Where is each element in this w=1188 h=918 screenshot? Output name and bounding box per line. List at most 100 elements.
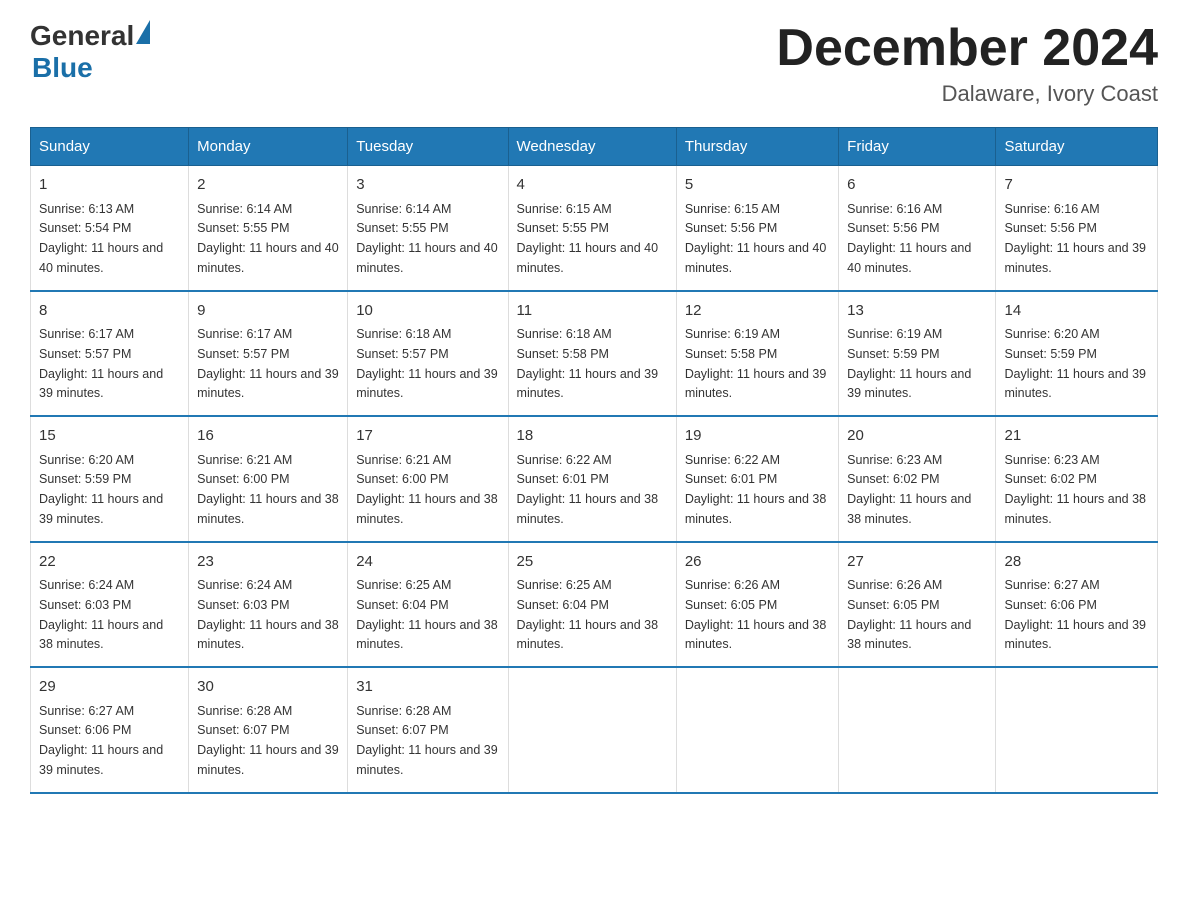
day-number: 27 bbox=[847, 551, 987, 574]
day-number: 29 bbox=[39, 676, 180, 699]
col-monday: Monday bbox=[189, 128, 348, 166]
table-row: 12 Sunrise: 6:19 AMSunset: 5:58 PMDaylig… bbox=[676, 291, 838, 417]
calendar-week-row: 1 Sunrise: 6:13 AMSunset: 5:54 PMDayligh… bbox=[31, 166, 1158, 291]
day-number: 31 bbox=[356, 676, 499, 699]
day-number: 10 bbox=[356, 300, 499, 323]
table-row: 11 Sunrise: 6:18 AMSunset: 5:58 PMDaylig… bbox=[508, 291, 676, 417]
col-saturday: Saturday bbox=[996, 128, 1158, 166]
day-number: 7 bbox=[1004, 174, 1149, 197]
day-number: 5 bbox=[685, 174, 830, 197]
table-row: 7 Sunrise: 6:16 AMSunset: 5:56 PMDayligh… bbox=[996, 166, 1158, 291]
day-number: 4 bbox=[517, 174, 668, 197]
day-number: 2 bbox=[197, 174, 339, 197]
day-info: Sunrise: 6:27 AMSunset: 6:06 PMDaylight:… bbox=[1004, 578, 1146, 651]
table-row: 30 Sunrise: 6:28 AMSunset: 6:07 PMDaylig… bbox=[189, 667, 348, 793]
day-info: Sunrise: 6:26 AMSunset: 6:05 PMDaylight:… bbox=[685, 578, 827, 651]
table-row: 8 Sunrise: 6:17 AMSunset: 5:57 PMDayligh… bbox=[31, 291, 189, 417]
day-number: 3 bbox=[356, 174, 499, 197]
day-number: 26 bbox=[685, 551, 830, 574]
day-info: Sunrise: 6:21 AMSunset: 6:00 PMDaylight:… bbox=[197, 453, 339, 526]
title-area: December 2024 Dalaware, Ivory Coast bbox=[776, 20, 1158, 107]
table-row: 21 Sunrise: 6:23 AMSunset: 6:02 PMDaylig… bbox=[996, 416, 1158, 542]
day-number: 24 bbox=[356, 551, 499, 574]
table-row: 14 Sunrise: 6:20 AMSunset: 5:59 PMDaylig… bbox=[996, 291, 1158, 417]
table-row: 22 Sunrise: 6:24 AMSunset: 6:03 PMDaylig… bbox=[31, 542, 189, 668]
day-info: Sunrise: 6:16 AMSunset: 5:56 PMDaylight:… bbox=[847, 202, 971, 275]
table-row: 9 Sunrise: 6:17 AMSunset: 5:57 PMDayligh… bbox=[189, 291, 348, 417]
calendar-header-row: Sunday Monday Tuesday Wednesday Thursday… bbox=[31, 128, 1158, 166]
day-info: Sunrise: 6:24 AMSunset: 6:03 PMDaylight:… bbox=[197, 578, 339, 651]
table-row: 16 Sunrise: 6:21 AMSunset: 6:00 PMDaylig… bbox=[189, 416, 348, 542]
table-row: 18 Sunrise: 6:22 AMSunset: 6:01 PMDaylig… bbox=[508, 416, 676, 542]
table-row bbox=[676, 667, 838, 793]
calendar-week-row: 8 Sunrise: 6:17 AMSunset: 5:57 PMDayligh… bbox=[31, 291, 1158, 417]
day-info: Sunrise: 6:28 AMSunset: 6:07 PMDaylight:… bbox=[197, 704, 339, 777]
day-info: Sunrise: 6:23 AMSunset: 6:02 PMDaylight:… bbox=[847, 453, 971, 526]
day-number: 17 bbox=[356, 425, 499, 448]
calendar-subtitle: Dalaware, Ivory Coast bbox=[776, 81, 1158, 107]
day-number: 18 bbox=[517, 425, 668, 448]
calendar-week-row: 29 Sunrise: 6:27 AMSunset: 6:06 PMDaylig… bbox=[31, 667, 1158, 793]
calendar-title: December 2024 bbox=[776, 20, 1158, 77]
day-info: Sunrise: 6:24 AMSunset: 6:03 PMDaylight:… bbox=[39, 578, 163, 651]
day-info: Sunrise: 6:20 AMSunset: 5:59 PMDaylight:… bbox=[1004, 327, 1146, 400]
day-info: Sunrise: 6:25 AMSunset: 6:04 PMDaylight:… bbox=[517, 578, 659, 651]
day-info: Sunrise: 6:14 AMSunset: 5:55 PMDaylight:… bbox=[356, 202, 498, 275]
table-row: 27 Sunrise: 6:26 AMSunset: 6:05 PMDaylig… bbox=[839, 542, 996, 668]
day-info: Sunrise: 6:18 AMSunset: 5:58 PMDaylight:… bbox=[517, 327, 659, 400]
table-row: 10 Sunrise: 6:18 AMSunset: 5:57 PMDaylig… bbox=[348, 291, 508, 417]
day-info: Sunrise: 6:16 AMSunset: 5:56 PMDaylight:… bbox=[1004, 202, 1146, 275]
table-row: 31 Sunrise: 6:28 AMSunset: 6:07 PMDaylig… bbox=[348, 667, 508, 793]
table-row: 29 Sunrise: 6:27 AMSunset: 6:06 PMDaylig… bbox=[31, 667, 189, 793]
col-friday: Friday bbox=[839, 128, 996, 166]
day-info: Sunrise: 6:17 AMSunset: 5:57 PMDaylight:… bbox=[39, 327, 163, 400]
table-row: 5 Sunrise: 6:15 AMSunset: 5:56 PMDayligh… bbox=[676, 166, 838, 291]
day-info: Sunrise: 6:23 AMSunset: 6:02 PMDaylight:… bbox=[1004, 453, 1146, 526]
col-thursday: Thursday bbox=[676, 128, 838, 166]
day-number: 23 bbox=[197, 551, 339, 574]
logo-triangle-icon bbox=[136, 20, 150, 44]
day-number: 11 bbox=[517, 300, 668, 323]
table-row: 15 Sunrise: 6:20 AMSunset: 5:59 PMDaylig… bbox=[31, 416, 189, 542]
day-number: 25 bbox=[517, 551, 668, 574]
table-row bbox=[839, 667, 996, 793]
day-number: 22 bbox=[39, 551, 180, 574]
table-row: 20 Sunrise: 6:23 AMSunset: 6:02 PMDaylig… bbox=[839, 416, 996, 542]
logo: General Blue bbox=[30, 20, 150, 84]
day-info: Sunrise: 6:26 AMSunset: 6:05 PMDaylight:… bbox=[847, 578, 971, 651]
table-row: 4 Sunrise: 6:15 AMSunset: 5:55 PMDayligh… bbox=[508, 166, 676, 291]
calendar-table: Sunday Monday Tuesday Wednesday Thursday… bbox=[30, 127, 1158, 794]
table-row: 6 Sunrise: 6:16 AMSunset: 5:56 PMDayligh… bbox=[839, 166, 996, 291]
day-info: Sunrise: 6:19 AMSunset: 5:58 PMDaylight:… bbox=[685, 327, 827, 400]
day-number: 21 bbox=[1004, 425, 1149, 448]
day-number: 19 bbox=[685, 425, 830, 448]
table-row: 25 Sunrise: 6:25 AMSunset: 6:04 PMDaylig… bbox=[508, 542, 676, 668]
calendar-week-row: 15 Sunrise: 6:20 AMSunset: 5:59 PMDaylig… bbox=[31, 416, 1158, 542]
day-info: Sunrise: 6:18 AMSunset: 5:57 PMDaylight:… bbox=[356, 327, 498, 400]
table-row: 26 Sunrise: 6:26 AMSunset: 6:05 PMDaylig… bbox=[676, 542, 838, 668]
day-number: 13 bbox=[847, 300, 987, 323]
day-info: Sunrise: 6:25 AMSunset: 6:04 PMDaylight:… bbox=[356, 578, 498, 651]
table-row: 28 Sunrise: 6:27 AMSunset: 6:06 PMDaylig… bbox=[996, 542, 1158, 668]
day-number: 8 bbox=[39, 300, 180, 323]
day-info: Sunrise: 6:21 AMSunset: 6:00 PMDaylight:… bbox=[356, 453, 498, 526]
table-row: 23 Sunrise: 6:24 AMSunset: 6:03 PMDaylig… bbox=[189, 542, 348, 668]
table-row: 24 Sunrise: 6:25 AMSunset: 6:04 PMDaylig… bbox=[348, 542, 508, 668]
day-info: Sunrise: 6:15 AMSunset: 5:56 PMDaylight:… bbox=[685, 202, 827, 275]
day-number: 16 bbox=[197, 425, 339, 448]
day-number: 15 bbox=[39, 425, 180, 448]
day-info: Sunrise: 6:22 AMSunset: 6:01 PMDaylight:… bbox=[517, 453, 659, 526]
table-row: 2 Sunrise: 6:14 AMSunset: 5:55 PMDayligh… bbox=[189, 166, 348, 291]
day-number: 20 bbox=[847, 425, 987, 448]
table-row: 3 Sunrise: 6:14 AMSunset: 5:55 PMDayligh… bbox=[348, 166, 508, 291]
day-number: 28 bbox=[1004, 551, 1149, 574]
col-sunday: Sunday bbox=[31, 128, 189, 166]
col-wednesday: Wednesday bbox=[508, 128, 676, 166]
day-info: Sunrise: 6:19 AMSunset: 5:59 PMDaylight:… bbox=[847, 327, 971, 400]
day-info: Sunrise: 6:14 AMSunset: 5:55 PMDaylight:… bbox=[197, 202, 339, 275]
day-number: 1 bbox=[39, 174, 180, 197]
table-row: 19 Sunrise: 6:22 AMSunset: 6:01 PMDaylig… bbox=[676, 416, 838, 542]
day-number: 6 bbox=[847, 174, 987, 197]
calendar-week-row: 22 Sunrise: 6:24 AMSunset: 6:03 PMDaylig… bbox=[31, 542, 1158, 668]
day-info: Sunrise: 6:22 AMSunset: 6:01 PMDaylight:… bbox=[685, 453, 827, 526]
